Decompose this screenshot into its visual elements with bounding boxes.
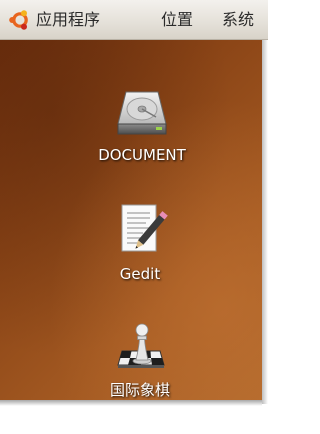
ubuntu-logo-icon[interactable] [8,8,32,32]
desktop-icon-label: DOCUMENT [98,146,186,164]
text-editor-icon [121,204,168,252]
menu-system[interactable]: 系统 [222,0,254,40]
desktop-icon-document[interactable]: DOCUMENT [82,82,202,164]
screen: 应用程序 位置 系统 DOCUMENT Gedit 国际象棋 [0,0,268,434]
desktop-icon-label: Gedit [119,265,161,283]
menu-places[interactable]: 位置 [161,0,193,40]
desktop-edge-shadow [262,40,268,404]
menu-applications[interactable]: 应用程序 [36,0,100,40]
chess-icon [117,323,165,368]
top-panel: 应用程序 位置 系统 [0,0,268,40]
desktop-icon-label: 国际象棋 [109,381,170,399]
desktop-icon-gedit[interactable]: Gedit [80,197,200,283]
desktop-bottom-shadow [0,400,262,406]
desktop-icon-chess[interactable]: 国际象棋 [80,315,200,400]
desktop: DOCUMENT Gedit 国际象棋 [0,40,262,400]
hard-drive-icon [117,91,167,135]
